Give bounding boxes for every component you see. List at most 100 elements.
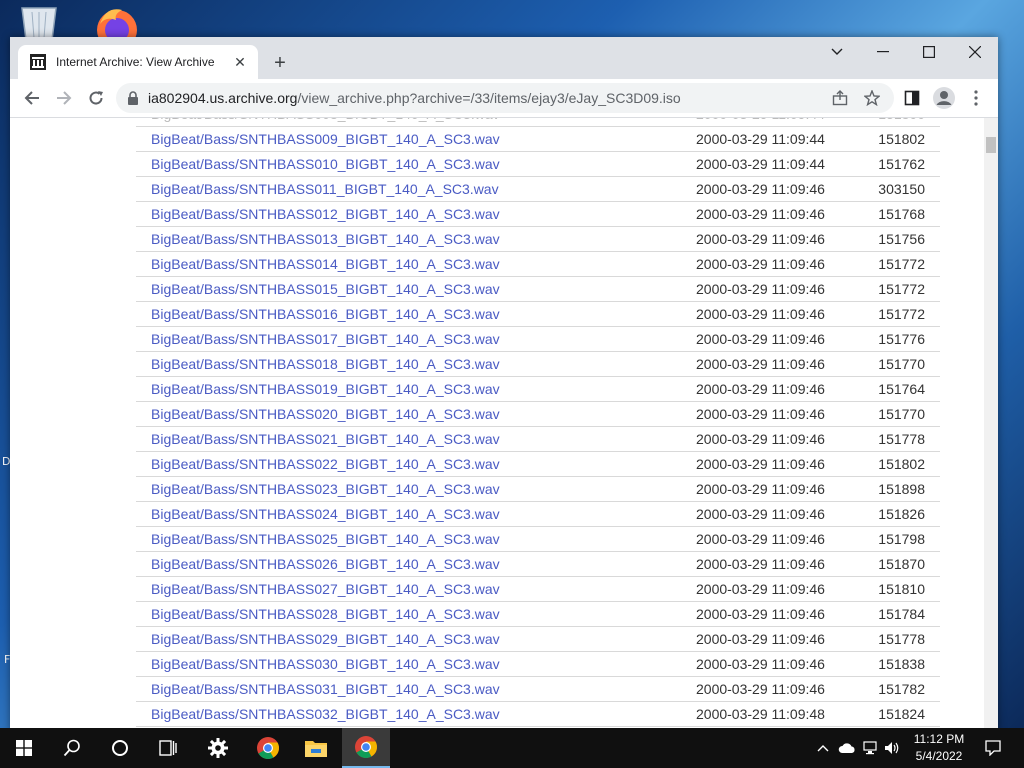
address-bar[interactable]: ia802904.us.archive.org/view_archive.php… — [116, 83, 894, 113]
file-size: 151782 — [852, 676, 940, 702]
reload-icon[interactable] — [82, 84, 110, 112]
file-name-link[interactable]: BigBeat/Bass/SNTHBASS012_BIGBT_140_A_SC3… — [136, 201, 696, 227]
url-text: ia802904.us.archive.org/view_archive.php… — [148, 90, 681, 106]
file-date: 2000-03-29 11:09:46 — [696, 451, 852, 477]
file-name-link[interactable]: BigBeat/Bass/SNTHBASS021_BIGBT_140_A_SC3… — [136, 426, 696, 452]
clock-time: 11:12 PM — [913, 732, 965, 746]
file-date: 2000-03-29 11:09:46 — [696, 176, 852, 202]
file-date: 2000-03-29 11:09:44 — [696, 151, 852, 177]
taskbar-clock[interactable]: 11:12 PM 5/4/2022 — [900, 731, 978, 765]
file-name-link[interactable]: BigBeat/Bass/SNTHBASS023_BIGBT_140_A_SC3… — [136, 476, 696, 502]
file-size: 151784 — [852, 601, 940, 627]
table-row: BigBeat/Bass/SNTHBASS016_BIGBT_140_A_SC3… — [136, 301, 940, 327]
file-date: 2000-03-29 11:09:46 — [696, 651, 852, 677]
close-tab-icon[interactable]: ✕ — [230, 52, 250, 72]
back-arrow-icon[interactable] — [18, 84, 46, 112]
file-name-link[interactable]: BigBeat/Bass/SNTHBASS010_BIGBT_140_A_SC3… — [136, 151, 696, 177]
forward-arrow-icon[interactable] — [50, 84, 78, 112]
file-size: 303150 — [852, 176, 940, 202]
table-row: BigBeat/Bass/SNTHBASS029_BIGBT_140_A_SC3… — [136, 626, 940, 652]
browser-toolbar: ia802904.us.archive.org/view_archive.php… — [10, 79, 998, 118]
file-name-link[interactable]: BigBeat/Bass/SNTHBASS008_BIGBT_140_A_SC3… — [136, 118, 696, 127]
file-name-link[interactable]: BigBeat/Bass/SNTHBASS019_BIGBT_140_A_SC3… — [136, 376, 696, 402]
file-size: 151770 — [852, 351, 940, 377]
side-panel-icon[interactable] — [898, 84, 926, 112]
minimize-icon[interactable] — [860, 37, 906, 67]
more-menu-icon[interactable] — [962, 84, 990, 112]
file-name-link[interactable]: BigBeat/Bass/SNTHBASS016_BIGBT_140_A_SC3… — [136, 301, 696, 327]
network-icon[interactable] — [860, 728, 882, 768]
volume-icon[interactable] — [882, 728, 902, 768]
file-name-link[interactable]: BigBeat/Bass/SNTHBASS015_BIGBT_140_A_SC3… — [136, 276, 696, 302]
search-icon[interactable] — [48, 728, 96, 768]
chrome-active-taskbar-button[interactable] — [342, 728, 390, 768]
lock-icon[interactable] — [126, 91, 140, 105]
table-row: BigBeat/Bass/SNTHBASS014_BIGBT_140_A_SC3… — [136, 251, 940, 277]
gear-icon[interactable] — [194, 728, 242, 768]
onedrive-cloud-icon[interactable] — [836, 728, 858, 768]
firefox-icon[interactable] — [92, 4, 142, 50]
file-size: 151772 — [852, 251, 940, 277]
new-tab-plus-icon[interactable]: + — [268, 51, 292, 75]
file-name-link[interactable]: BigBeat/Bass/SNTHBASS025_BIGBT_140_A_SC3… — [136, 526, 696, 552]
table-row: BigBeat/Bass/SNTHBASS015_BIGBT_140_A_SC3… — [136, 276, 940, 302]
file-name-link[interactable]: BigBeat/Bass/SNTHBASS031_BIGBT_140_A_SC3… — [136, 676, 696, 702]
file-name-link[interactable]: BigBeat/Bass/SNTHBASS029_BIGBT_140_A_SC3… — [136, 626, 696, 652]
file-size: 151770 — [852, 401, 940, 427]
file-name-link[interactable]: BigBeat/Bass/SNTHBASS020_BIGBT_140_A_SC3… — [136, 401, 696, 427]
file-name-link[interactable]: BigBeat/Bass/SNTHBASS026_BIGBT_140_A_SC3… — [136, 551, 696, 577]
file-name-link[interactable]: BigBeat/Bass/SNTHBASS032_BIGBT_140_A_SC3… — [136, 701, 696, 727]
file-size: 151898 — [852, 476, 940, 502]
file-date: 2000-03-29 11:09:46 — [696, 676, 852, 702]
table-row: BigBeat/Bass/SNTHBASS020_BIGBT_140_A_SC3… — [136, 401, 940, 427]
file-date: 2000-03-29 11:09:46 — [696, 401, 852, 427]
file-name-link[interactable]: BigBeat/Bass/SNTHBASS011_BIGBT_140_A_SC3… — [136, 176, 696, 202]
bookmark-star-icon[interactable] — [858, 84, 886, 112]
tab-internet-archive[interactable]: Internet Archive: View Archive ✕ — [18, 45, 258, 79]
file-size: 151826 — [852, 501, 940, 527]
file-name-link[interactable]: BigBeat/Bass/SNTHBASS024_BIGBT_140_A_SC3… — [136, 501, 696, 527]
close-window-icon[interactable] — [952, 37, 998, 67]
file-name-link[interactable]: BigBeat/Bass/SNTHBASS028_BIGBT_140_A_SC3… — [136, 601, 696, 627]
file-size: 151778 — [852, 426, 940, 452]
file-name-link[interactable]: BigBeat/Bass/SNTHBASS018_BIGBT_140_A_SC3… — [136, 351, 696, 377]
recycle-bin-icon[interactable] — [16, 4, 62, 41]
windows-start-icon[interactable] — [0, 728, 48, 768]
table-row: BigBeat/Bass/SNTHBASS024_BIGBT_140_A_SC3… — [136, 501, 940, 527]
file-name-link[interactable]: BigBeat/Bass/SNTHBASS013_BIGBT_140_A_SC3… — [136, 226, 696, 252]
share-icon[interactable] — [826, 84, 854, 112]
file-name-link[interactable]: BigBeat/Bass/SNTHBASS030_BIGBT_140_A_SC3… — [136, 651, 696, 677]
table-row: BigBeat/Bass/SNTHBASS028_BIGBT_140_A_SC3… — [136, 601, 940, 627]
file-name-link[interactable]: BigBeat/Bass/SNTHBASS017_BIGBT_140_A_SC3… — [136, 326, 696, 352]
file-name-link[interactable]: BigBeat/Bass/SNTHBASS022_BIGBT_140_A_SC3… — [136, 451, 696, 477]
vertical-scrollbar[interactable] — [984, 118, 998, 733]
file-name-link[interactable]: BigBeat/Bass/SNTHBASS009_BIGBT_140_A_SC3… — [136, 126, 696, 152]
file-date: 2000-03-29 11:09:46 — [696, 301, 852, 327]
tab-search-chevron-down-icon[interactable] — [814, 37, 860, 67]
file-name-link[interactable]: BigBeat/Bass/SNTHBASS014_BIGBT_140_A_SC3… — [136, 251, 696, 277]
file-size: 151810 — [852, 576, 940, 602]
task-view-icon[interactable] — [144, 728, 192, 768]
file-date: 2000-03-29 11:09:44 — [696, 118, 852, 127]
table-row: BigBeat/Bass/SNTHBASS026_BIGBT_140_A_SC3… — [136, 551, 940, 577]
file-date: 2000-03-29 11:09:46 — [696, 201, 852, 227]
table-row: BigBeat/Bass/SNTHBASS031_BIGBT_140_A_SC3… — [136, 676, 940, 702]
chrome-icon[interactable] — [244, 728, 292, 768]
table-row: BigBeat/Bass/SNTHBASS008_BIGBT_140_A_SC3… — [136, 118, 940, 127]
file-explorer-icon[interactable] — [292, 728, 340, 768]
maximize-icon[interactable] — [906, 37, 952, 67]
scrollbar-thumb[interactable] — [986, 137, 996, 153]
file-size: 151802 — [852, 126, 940, 152]
notifications-icon[interactable] — [978, 728, 1008, 768]
file-name-link[interactable]: BigBeat/Bass/SNTHBASS027_BIGBT_140_A_SC3… — [136, 576, 696, 602]
cortana-circle-icon[interactable] — [96, 728, 144, 768]
chevron-up-icon[interactable] — [812, 728, 834, 768]
file-date: 2000-03-29 11:09:46 — [696, 476, 852, 502]
file-size: 151764 — [852, 376, 940, 402]
file-size: 151802 — [852, 451, 940, 477]
file-size: 151798 — [852, 526, 940, 552]
table-row: BigBeat/Bass/SNTHBASS023_BIGBT_140_A_SC3… — [136, 476, 940, 502]
table-row: BigBeat/Bass/SNTHBASS019_BIGBT_140_A_SC3… — [136, 376, 940, 402]
table-row: BigBeat/Bass/SNTHBASS027_BIGBT_140_A_SC3… — [136, 576, 940, 602]
profile-avatar-icon[interactable] — [930, 84, 958, 112]
